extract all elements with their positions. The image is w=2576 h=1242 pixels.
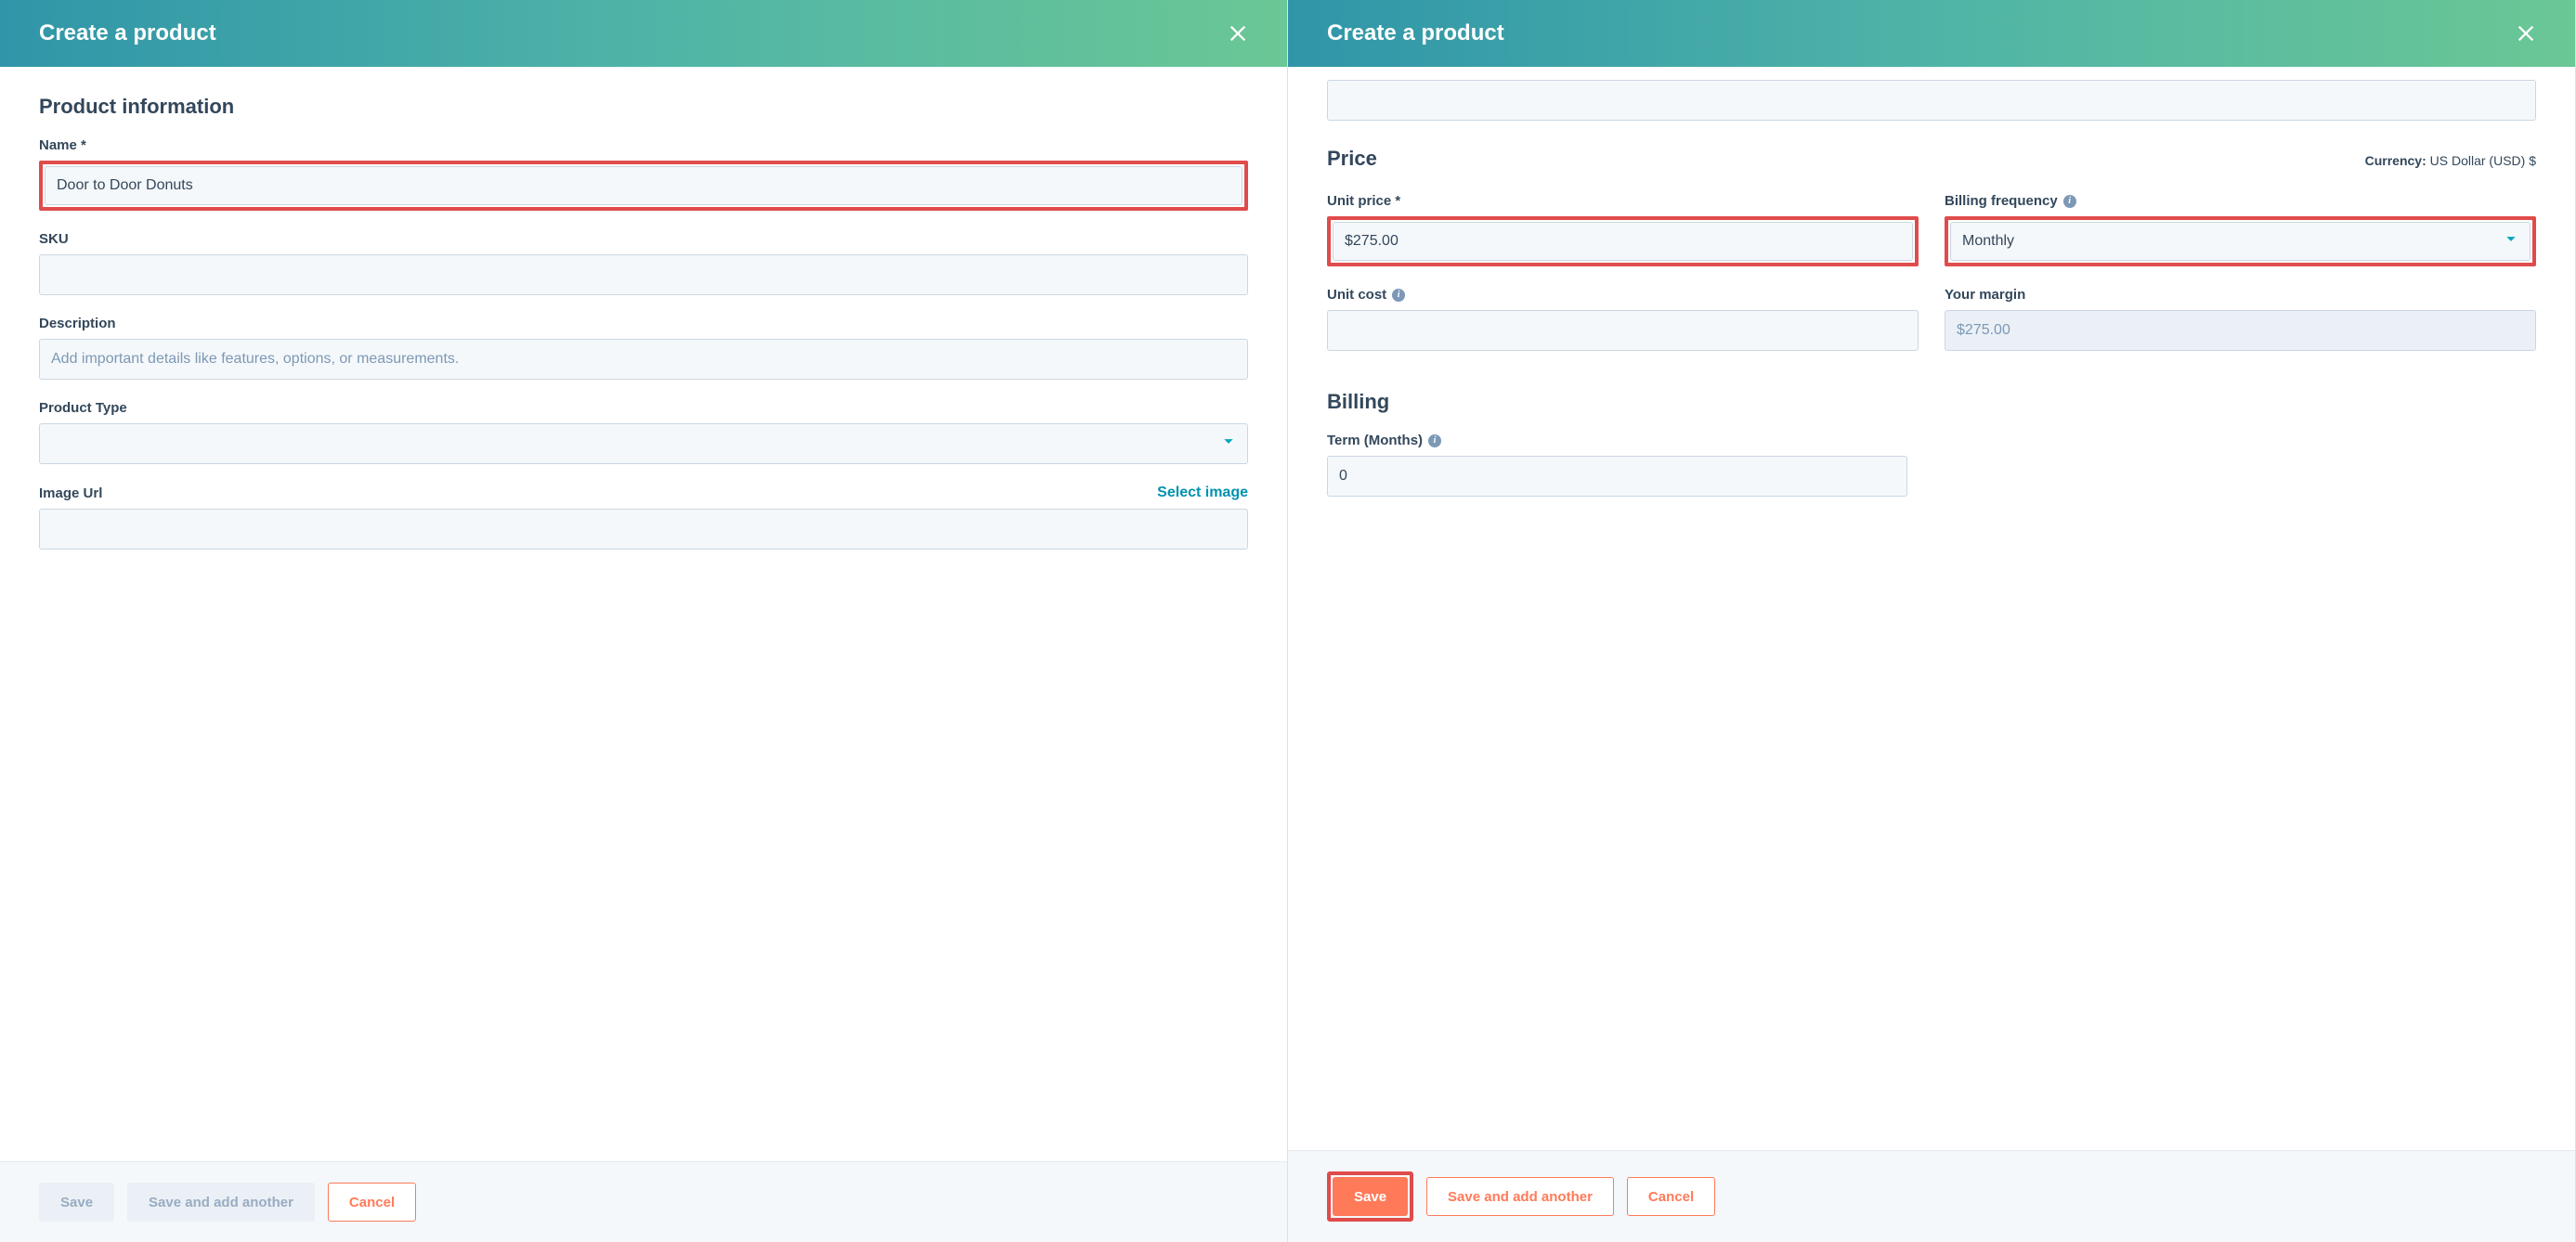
currency-display: Currency: US Dollar (USD) $ (2365, 153, 2536, 168)
field-description: Description (39, 316, 1248, 380)
panel-body: Price Currency: US Dollar (USD) $ Unit p… (1288, 67, 2575, 1150)
term-label: Term (Months) i (1327, 433, 1907, 448)
panel-title: Create a product (1327, 20, 1504, 46)
field-unit-price: Unit price * (1327, 193, 1919, 266)
section-title-product-info: Product information (39, 95, 1248, 119)
currency-prefix: Currency: (2365, 153, 2426, 168)
field-unit-cost: Unit cost i (1327, 287, 1919, 351)
panel-footer: Save Save and add another Cancel (0, 1161, 1287, 1242)
panel-body: Product information Name * SKU Descripti… (0, 67, 1287, 1161)
image-url-label: Image Url (39, 485, 102, 501)
description-label: Description (39, 316, 1248, 331)
unit-price-input[interactable] (1333, 222, 1913, 261)
name-label: Name * (39, 137, 1248, 153)
product-type-select[interactable] (39, 423, 1248, 464)
section-title-billing: Billing (1327, 390, 2536, 414)
close-icon[interactable] (2516, 23, 2536, 44)
unit-price-highlight (1327, 216, 1919, 266)
term-input[interactable] (1327, 456, 1907, 497)
panel-footer: Save Save and add another Cancel (1288, 1150, 2575, 1242)
field-name: Name * (39, 137, 1248, 211)
field-image-url: Image Url Select image (39, 485, 1248, 550)
select-image-link[interactable]: Select image (1157, 485, 1248, 501)
unit-cost-input[interactable] (1327, 310, 1919, 351)
field-billing-frequency: Billing frequency i (1945, 193, 2536, 266)
image-url-input[interactable] (39, 509, 1248, 550)
sku-label: SKU (39, 231, 1248, 247)
unit-cost-label-text: Unit cost (1327, 287, 1386, 303)
panel-header: Create a product (1288, 0, 2575, 67)
name-input[interactable] (45, 166, 1242, 205)
name-highlight (39, 161, 1248, 211)
your-margin-label: Your margin (1945, 287, 2536, 303)
field-term: Term (Months) i (1327, 433, 1907, 497)
save-button[interactable]: Save (1333, 1177, 1408, 1216)
cancel-button[interactable]: Cancel (328, 1183, 416, 1222)
save-button[interactable]: Save (39, 1183, 114, 1222)
billing-frequency-select[interactable] (1950, 222, 2530, 261)
save-add-another-button[interactable]: Save and add another (127, 1183, 315, 1222)
save-add-another-button[interactable]: Save and add another (1426, 1177, 1614, 1216)
unit-price-label: Unit price * (1327, 193, 1919, 209)
info-icon[interactable]: i (1428, 434, 1441, 447)
billing-frequency-label-text: Billing frequency (1945, 193, 2058, 209)
cancel-button[interactable]: Cancel (1627, 1177, 1715, 1216)
save-button-highlight: Save (1327, 1171, 1413, 1222)
panel-header: Create a product (0, 0, 1287, 67)
description-input[interactable] (39, 339, 1248, 380)
create-product-panel-right: Create a product Price Currency: US Doll… (1288, 0, 2576, 1242)
field-sku: SKU (39, 231, 1248, 295)
product-type-label: Product Type (39, 400, 1248, 416)
billing-frequency-highlight (1945, 216, 2536, 266)
sku-input[interactable] (39, 254, 1248, 295)
scrolled-input-stub[interactable] (1327, 80, 2536, 121)
section-title-price: Price (1327, 147, 1377, 171)
unit-cost-label: Unit cost i (1327, 287, 1919, 303)
your-margin-display (1945, 310, 2536, 351)
term-label-text: Term (Months) (1327, 433, 1423, 448)
close-icon[interactable] (1228, 23, 1248, 44)
field-your-margin: Your margin (1945, 287, 2536, 351)
billing-frequency-label: Billing frequency i (1945, 193, 2536, 209)
currency-value: US Dollar (USD) $ (2430, 153, 2536, 168)
panel-title: Create a product (39, 20, 216, 46)
create-product-panel-left: Create a product Product information Nam… (0, 0, 1288, 1242)
info-icon[interactable]: i (1392, 289, 1405, 302)
info-icon[interactable]: i (2063, 195, 2076, 208)
field-product-type: Product Type (39, 400, 1248, 464)
